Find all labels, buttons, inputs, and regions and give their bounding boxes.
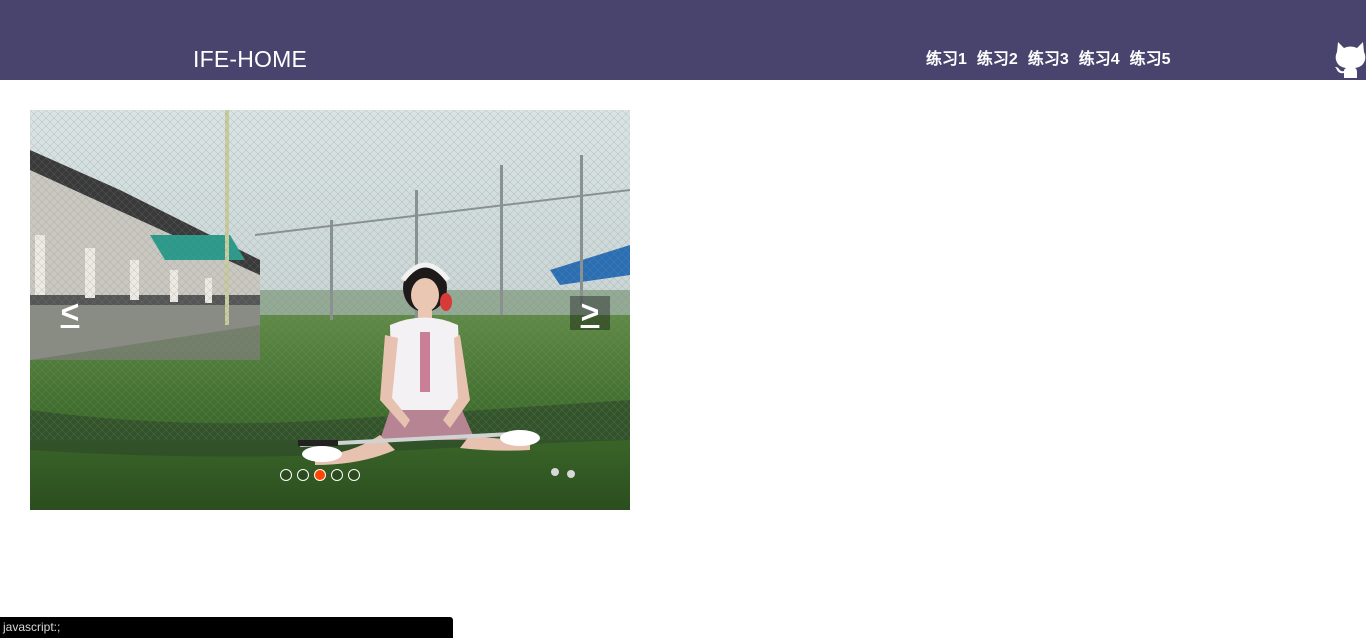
top-header: IFE-HOME 练习1 练习2 练习3 练习4 练习5	[0, 0, 1366, 80]
nav-item-exercise-2[interactable]: 练习2	[977, 49, 1018, 71]
carousel-next-button[interactable]: >	[570, 296, 610, 330]
main-nav: 练习1 练习2 练习3 练习4 练习5	[926, 49, 1171, 71]
carousel-dot[interactable]	[280, 469, 292, 481]
carousel-indicators	[280, 469, 360, 481]
carousel-dot[interactable]	[331, 469, 343, 481]
github-icon[interactable]	[1335, 40, 1366, 78]
nav-item-exercise-4[interactable]: 练习4	[1079, 49, 1120, 71]
image-carousel: < >	[30, 110, 630, 510]
carousel-prev-button[interactable]: <	[50, 296, 90, 330]
nav-item-exercise-5[interactable]: 练习5	[1130, 49, 1171, 71]
nav-item-exercise-3[interactable]: 练习3	[1028, 49, 1069, 71]
carousel-dot-active[interactable]	[314, 469, 326, 481]
carousel-slide-image	[30, 110, 630, 510]
carousel-dot[interactable]	[297, 469, 309, 481]
browser-status-bar: javascript:;	[0, 617, 453, 638]
brand-link[interactable]: IFE-HOME	[193, 44, 307, 74]
nav-item-exercise-1[interactable]: 练习1	[926, 49, 967, 71]
carousel-dot[interactable]	[348, 469, 360, 481]
